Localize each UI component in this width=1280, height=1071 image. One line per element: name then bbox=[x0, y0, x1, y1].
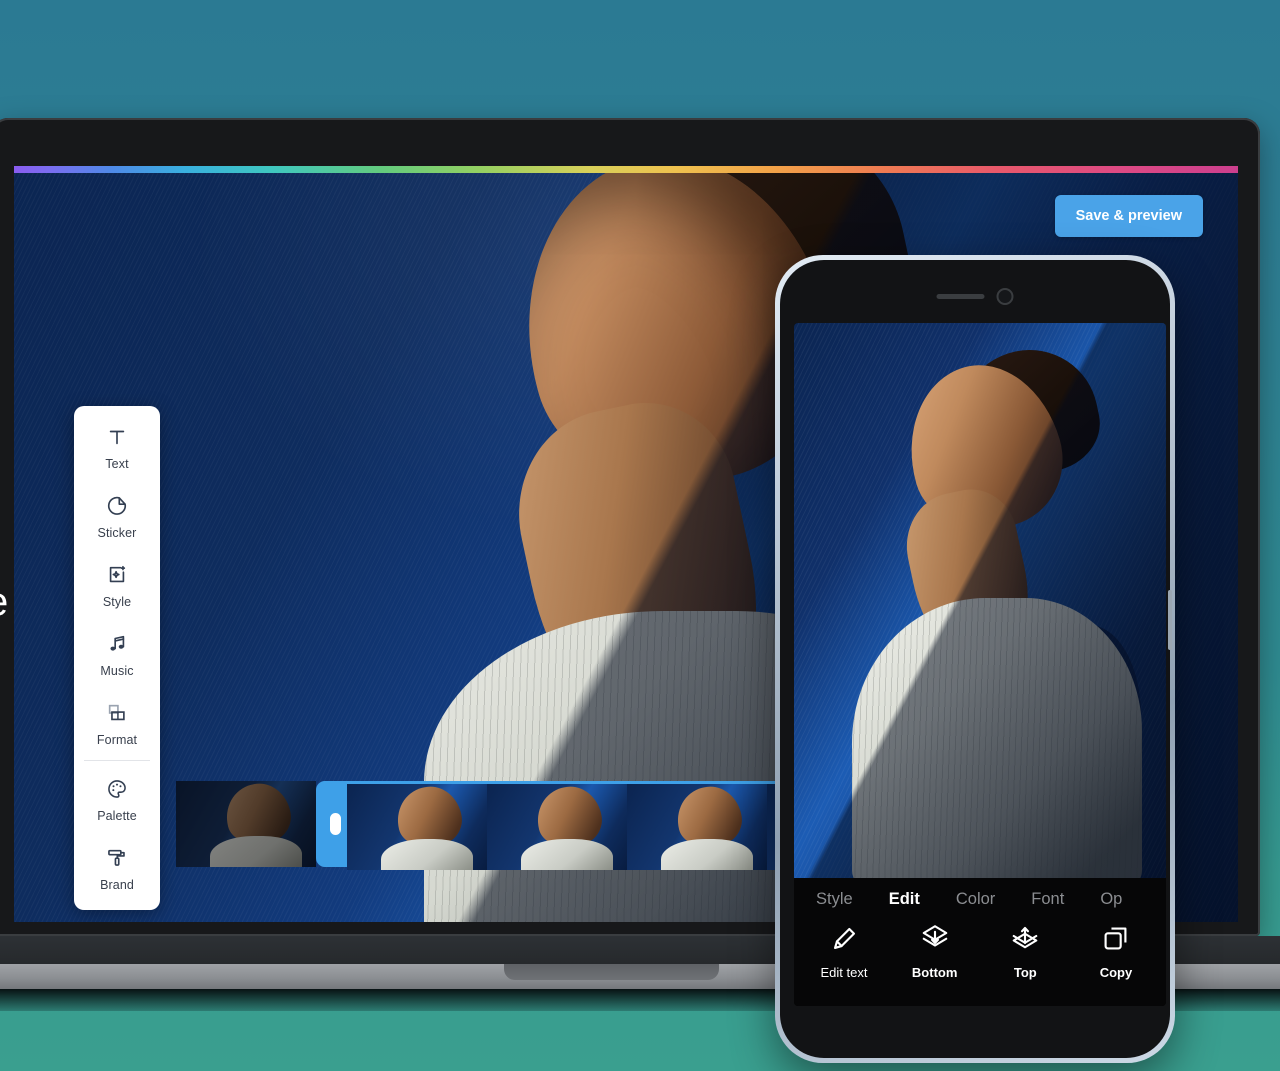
tab-style[interactable]: Style bbox=[816, 890, 853, 909]
sidebar-item-palette[interactable]: Palette bbox=[74, 764, 160, 833]
style-icon bbox=[104, 562, 130, 588]
action-edit-text[interactable]: Edit text bbox=[804, 923, 884, 980]
sidebar-label-style: Style bbox=[102, 595, 132, 609]
sidebar-label-palette: Palette bbox=[97, 809, 137, 823]
timeline-clip[interactable] bbox=[347, 784, 487, 870]
phone-video-preview bbox=[794, 323, 1166, 878]
sidebar-label-music: Music bbox=[100, 664, 134, 678]
phone-body: Style Edit Color Font Op Edit text Botto… bbox=[780, 260, 1172, 1058]
rainbow-accent-bar bbox=[14, 166, 1238, 173]
bring-to-front-icon bbox=[1010, 923, 1040, 953]
phone-editor-toolbar: Style Edit Color Font Op Edit text Botto… bbox=[794, 878, 1166, 1006]
action-label-copy: Copy bbox=[1099, 965, 1133, 980]
format-icon bbox=[104, 700, 130, 726]
sidebar-label-format: Format bbox=[96, 733, 138, 747]
sidebar-divider bbox=[84, 760, 150, 761]
clip-thumbnail bbox=[627, 784, 767, 870]
edge-caption-text: e bbox=[0, 580, 8, 625]
laptop-base-notch bbox=[504, 964, 719, 980]
duplicate-icon bbox=[1102, 923, 1129, 953]
front-camera-icon bbox=[996, 288, 1014, 305]
action-bring-to-top[interactable]: Top bbox=[985, 923, 1065, 980]
timeline-clip[interactable] bbox=[627, 784, 767, 870]
sticker-icon bbox=[104, 493, 130, 519]
trim-handle[interactable] bbox=[330, 813, 341, 835]
text-icon bbox=[104, 424, 130, 450]
palette-icon bbox=[104, 776, 130, 802]
save-and-preview-button[interactable]: Save & preview bbox=[1054, 195, 1203, 237]
phone-tab-bar[interactable]: Style Edit Color Font Op bbox=[794, 878, 1166, 909]
timeline-clip[interactable] bbox=[487, 784, 627, 870]
screenshot-stage: Save & preview Text Sticker Style Music … bbox=[0, 0, 1280, 1071]
clip-thumbnail bbox=[176, 781, 316, 867]
phone-top-hardware bbox=[936, 288, 1014, 305]
phone-backdrop-shadow bbox=[794, 323, 1166, 878]
action-label-bottom: Bottom bbox=[911, 965, 958, 980]
tab-color[interactable]: Color bbox=[956, 890, 995, 909]
sidebar-item-style[interactable]: Style bbox=[74, 550, 160, 619]
action-label-top: Top bbox=[1013, 965, 1037, 980]
phone-screen: Style Edit Color Font Op Edit text Botto… bbox=[794, 323, 1166, 1006]
music-icon bbox=[104, 631, 130, 657]
sidebar-item-format[interactable]: Format bbox=[74, 688, 160, 757]
phone-mockup: Style Edit Color Font Op Edit text Botto… bbox=[775, 255, 1175, 1063]
clip-thumbnail bbox=[347, 784, 487, 870]
phone-volume-button[interactable] bbox=[1168, 590, 1172, 650]
tab-edit[interactable]: Edit bbox=[889, 890, 920, 909]
action-send-to-bottom[interactable]: Bottom bbox=[895, 923, 975, 980]
sidebar-label-text: Text bbox=[105, 457, 129, 471]
clip-thumbnail bbox=[487, 784, 627, 870]
sidebar-item-music[interactable]: Music bbox=[74, 619, 160, 688]
brand-icon bbox=[104, 845, 130, 871]
pencil-icon bbox=[831, 923, 858, 953]
action-copy[interactable]: Copy bbox=[1076, 923, 1156, 980]
sidebar-item-sticker[interactable]: Sticker bbox=[74, 481, 160, 550]
tab-font[interactable]: Font bbox=[1031, 890, 1064, 909]
tab-opacity-truncated[interactable]: Op bbox=[1100, 890, 1122, 909]
editor-tool-sidebar: Text Sticker Style Music Format Palette … bbox=[74, 406, 160, 910]
phone-action-row: Edit text Bottom Top Copy bbox=[794, 909, 1166, 980]
send-to-back-icon bbox=[920, 923, 950, 953]
sidebar-label-sticker: Sticker bbox=[97, 526, 137, 540]
sidebar-item-brand[interactable]: Brand bbox=[74, 833, 160, 902]
speaker-grille-icon bbox=[936, 294, 985, 299]
sidebar-label-brand: Brand bbox=[100, 878, 134, 892]
timeline-clip[interactable] bbox=[176, 781, 316, 867]
sidebar-item-text[interactable]: Text bbox=[74, 412, 160, 481]
action-label-edit-text: Edit text bbox=[820, 965, 868, 980]
